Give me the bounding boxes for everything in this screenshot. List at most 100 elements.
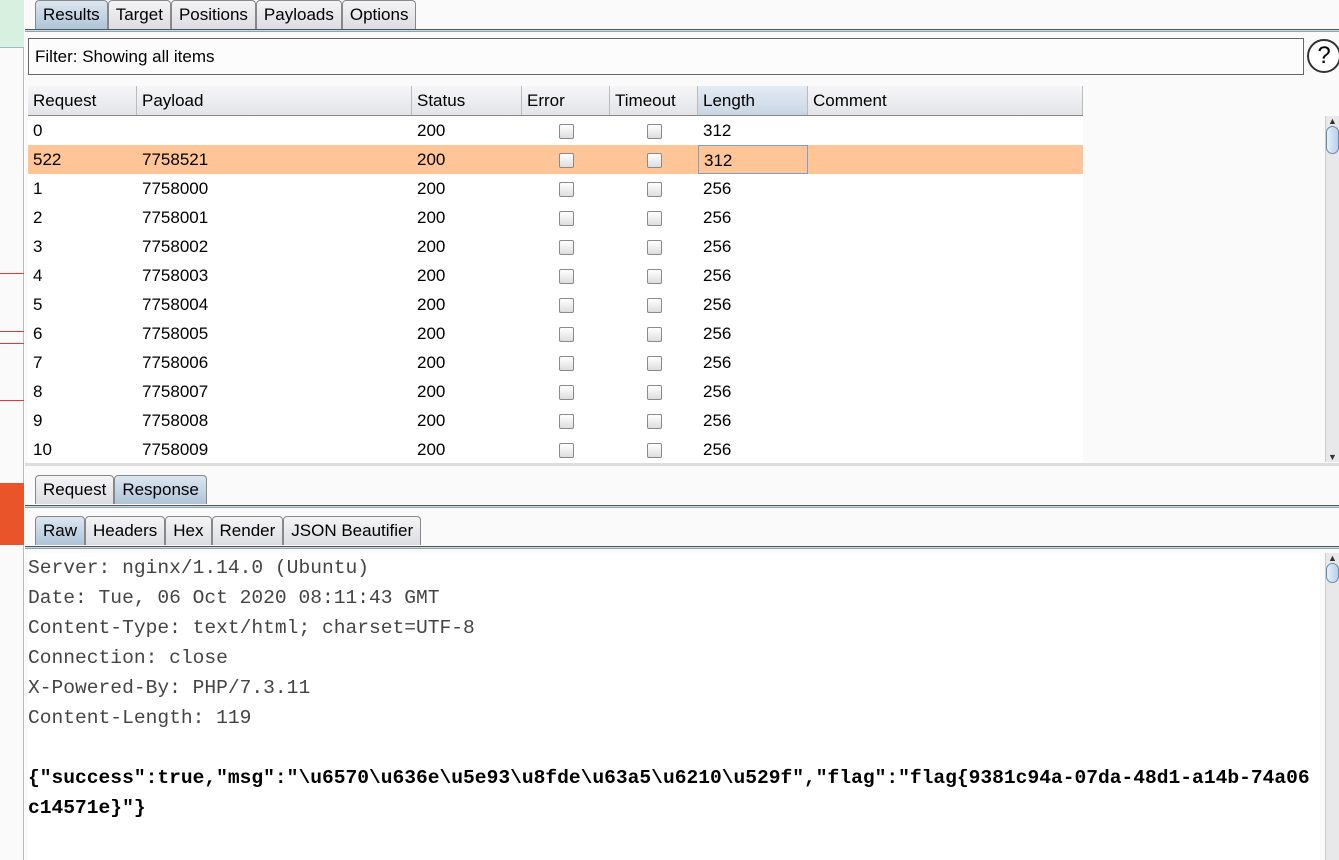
column-header-length[interactable]: Length xyxy=(698,86,808,115)
error-checkbox xyxy=(558,414,574,430)
timeout-checkbox xyxy=(646,153,662,169)
cell-request: 522 xyxy=(33,150,62,169)
cell-timeout xyxy=(610,319,698,348)
cell-status: 200 xyxy=(417,382,446,401)
cell-status: 200 xyxy=(417,353,446,372)
table-row[interactable]: 8 7758007 200 256 xyxy=(28,377,1083,406)
request-response-tabs: Request Response xyxy=(35,475,207,504)
view-tabs: Raw Headers Hex Render JSON Beautifier xyxy=(35,516,422,545)
cell-length: 256 xyxy=(703,382,732,401)
cell-status: 200 xyxy=(417,208,446,227)
tab-hex[interactable]: Hex xyxy=(165,516,212,545)
tab-target[interactable]: Target xyxy=(107,0,171,29)
timeout-checkbox xyxy=(646,124,662,140)
cell-error xyxy=(522,290,610,319)
cell-request: 6 xyxy=(33,324,43,343)
table-row[interactable]: 5 7758004 200 256 xyxy=(28,290,1083,319)
table-row[interactable]: 7 7758006 200 256 xyxy=(28,348,1083,377)
cell-comment xyxy=(808,145,1083,174)
table-row[interactable]: 2 7758001 200 256 xyxy=(28,203,1083,232)
tab-options[interactable]: Options xyxy=(341,0,417,29)
cell-request: 1 xyxy=(33,179,43,198)
response-header-line: Connection: close xyxy=(28,647,228,669)
cell-payload: 7758521 xyxy=(142,150,209,169)
error-checkbox xyxy=(558,240,574,256)
scroll-up-icon[interactable]: ▲ xyxy=(1326,116,1339,126)
cell-length: 256 xyxy=(703,411,732,430)
timeout-checkbox xyxy=(646,327,662,343)
scroll-thumb[interactable] xyxy=(1326,126,1339,154)
scroll-down-icon[interactable]: ▼ xyxy=(1326,452,1339,462)
cell-error xyxy=(522,116,610,145)
cell-status: 200 xyxy=(417,411,446,430)
help-icon[interactable]: ? xyxy=(1307,39,1339,73)
tab-raw[interactable]: Raw xyxy=(35,516,86,545)
error-checkbox xyxy=(558,385,574,401)
scroll-thumb[interactable] xyxy=(1326,563,1339,583)
filter-bar[interactable]: Filter: Showing all items xyxy=(28,38,1304,75)
cell-payload: 7758007 xyxy=(142,382,209,401)
cell-payload: 7758000 xyxy=(142,179,209,198)
cell-comment xyxy=(808,203,1083,232)
timeout-checkbox xyxy=(646,269,662,285)
background-red-line xyxy=(0,331,24,332)
cell-comment xyxy=(808,319,1083,348)
response-scrollbar[interactable]: ▲ xyxy=(1325,553,1339,860)
column-header-error[interactable]: Error xyxy=(522,86,610,115)
table-row[interactable]: 4 7758003 200 256 xyxy=(28,261,1083,290)
tab-render[interactable]: Render xyxy=(211,516,284,545)
column-header-request[interactable]: Request xyxy=(28,86,137,115)
table-row[interactable]: 522 7758521 200 312 xyxy=(28,145,1083,174)
tab-payloads[interactable]: Payloads xyxy=(255,0,342,29)
intruder-results-window: Results Target Positions Payloads Options Fi… xyxy=(25,0,1339,860)
column-header-comment[interactable]: Comment xyxy=(808,86,1083,115)
background-orange-block xyxy=(0,483,24,545)
cell-payload: 7758004 xyxy=(142,295,209,314)
tab-response[interactable]: Response xyxy=(114,475,207,504)
table-row[interactable]: 6 7758005 200 256 xyxy=(28,319,1083,348)
cell-length: 256 xyxy=(703,208,732,227)
cell-timeout xyxy=(610,261,698,290)
tab-underline xyxy=(25,29,1339,32)
timeout-checkbox xyxy=(646,385,662,401)
tab-request[interactable]: Request xyxy=(35,475,115,504)
cell-payload: 7758002 xyxy=(142,237,209,256)
split-pane-divider[interactable] xyxy=(25,463,1339,466)
cell-status: 200 xyxy=(417,295,446,314)
table-header: Request Payload Status Error Timeout Length Co… xyxy=(28,86,1083,116)
table-body: 0 200 312 522 7758521 200 312 1 7758000 200 256 2 77… xyxy=(28,116,1083,464)
table-row[interactable]: 10 7758009 200 256 xyxy=(28,435,1083,464)
response-header-line: X-Powered-By: PHP/7.3.11 xyxy=(28,677,311,699)
error-checkbox xyxy=(558,443,574,459)
timeout-checkbox xyxy=(646,182,662,198)
error-checkbox xyxy=(558,356,574,372)
table-row[interactable]: 9 7758008 200 256 xyxy=(28,406,1083,435)
cell-error xyxy=(522,203,610,232)
tab-headers[interactable]: Headers xyxy=(85,516,166,545)
tab-json-beautifier[interactable]: JSON Beautifier xyxy=(283,516,422,545)
cell-error xyxy=(522,377,610,406)
tab-results[interactable]: Results xyxy=(35,0,108,29)
error-checkbox xyxy=(558,153,574,169)
table-row[interactable]: 0 200 312 xyxy=(28,116,1083,145)
column-header-payload[interactable]: Payload xyxy=(137,86,412,115)
column-header-timeout[interactable]: Timeout xyxy=(610,86,698,115)
cell-request: 10 xyxy=(33,440,52,459)
cell-comment xyxy=(808,290,1083,319)
error-checkbox xyxy=(558,124,574,140)
scroll-up-icon[interactable]: ▲ xyxy=(1326,553,1339,563)
response-body[interactable]: Server: nginx/1.14.0 (Ubuntu) Date: Tue, … xyxy=(28,553,1320,860)
table-row[interactable]: 3 7758002 200 256 xyxy=(28,232,1083,261)
cell-comment xyxy=(808,232,1083,261)
cell-status: 200 xyxy=(417,324,446,343)
table-row[interactable]: 1 7758000 200 256 xyxy=(28,174,1083,203)
cell-timeout xyxy=(610,203,698,232)
tab-positions[interactable]: Positions xyxy=(170,0,256,29)
cell-error xyxy=(522,348,610,377)
cell-timeout xyxy=(610,174,698,203)
background-red-line xyxy=(0,400,24,401)
background-window-strip xyxy=(0,0,24,860)
table-scrollbar[interactable]: ▲ ▼ xyxy=(1325,116,1339,462)
column-header-status[interactable]: Status xyxy=(412,86,522,115)
background-green-bar xyxy=(0,0,24,48)
